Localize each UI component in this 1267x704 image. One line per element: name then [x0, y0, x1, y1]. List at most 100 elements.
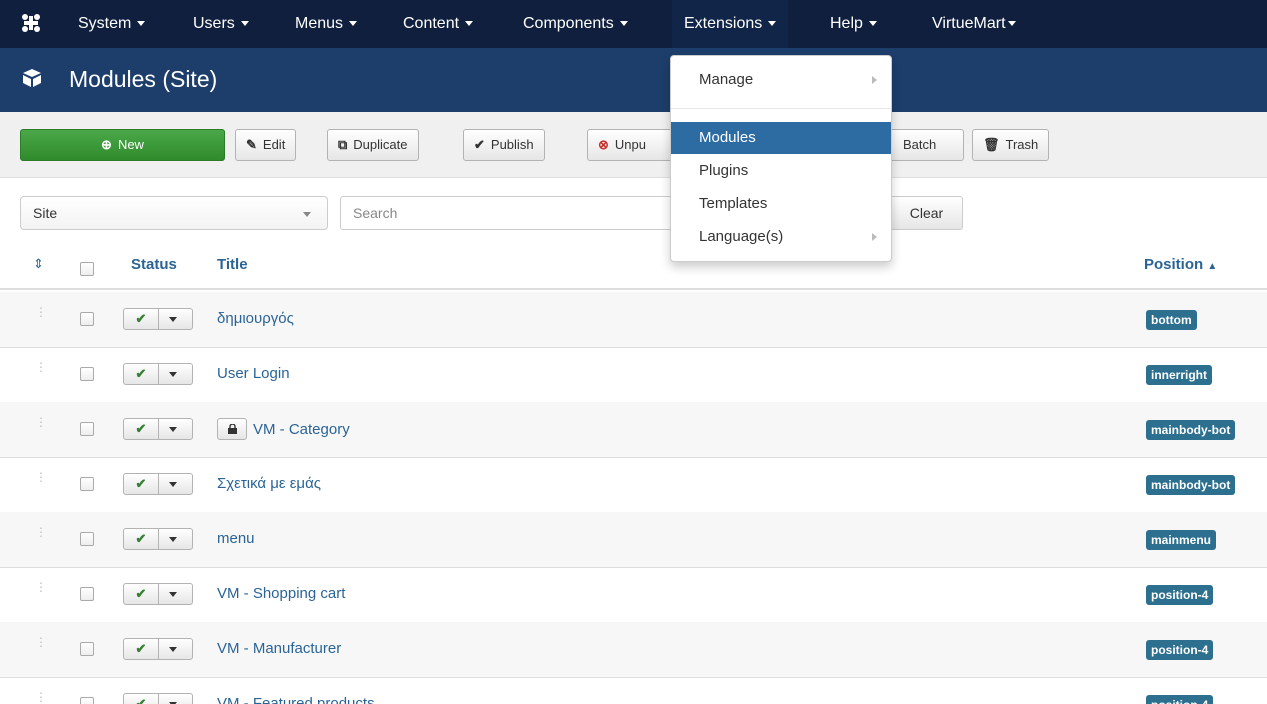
- publish-button-label: Publish: [490, 137, 534, 152]
- status-toggle[interactable]: ✔: [123, 638, 193, 660]
- module-title-link[interactable]: δημιουργός: [217, 309, 294, 329]
- client-select[interactable]: Site: [20, 196, 328, 230]
- clear-button[interactable]: Clear: [890, 196, 963, 230]
- status-toggle[interactable]: ✔: [123, 363, 193, 385]
- chevron-right-icon: [872, 76, 877, 84]
- drag-handle-icon[interactable]: ⋮: [35, 691, 47, 704]
- caret-down-icon: [768, 21, 777, 27]
- nav-extensions[interactable]: Extensions: [672, 0, 789, 48]
- checked-out-lock-button[interactable]: [217, 418, 247, 440]
- drag-handle-icon[interactable]: ⋮: [35, 581, 47, 599]
- menu-item-modules-label: Modules: [699, 129, 756, 146]
- nav-virtuemart-label: VirtueMart: [932, 15, 1006, 32]
- nav-users[interactable]: Users: [193, 0, 249, 48]
- title-column-header[interactable]: Title: [217, 256, 248, 274]
- trash-button[interactable]: 🗑 Trash: [972, 129, 1050, 161]
- nav-menus-label: Menus: [295, 15, 344, 32]
- duplicate-button[interactable]: ⧉ Duplicate: [327, 129, 419, 161]
- edit-button-label: Edit: [262, 137, 286, 152]
- drag-handle-icon[interactable]: ⋮: [35, 306, 47, 324]
- row-checkbox[interactable]: [80, 587, 94, 601]
- check-icon: ✔: [124, 584, 159, 604]
- row-checkbox[interactable]: [80, 642, 94, 656]
- edit-button[interactable]: ✎ Edit: [235, 129, 297, 161]
- nav-users-label: Users: [193, 15, 235, 32]
- caret-down-icon: [169, 592, 177, 597]
- ordering-sort-icon[interactable]: ⇕: [33, 256, 44, 272]
- status-toggle[interactable]: ✔: [123, 473, 193, 495]
- table-row: ⋮ ✔ VM - Manufacturer position-4: [0, 622, 1267, 678]
- module-title-link[interactable]: menu: [217, 529, 255, 549]
- nav-content-label: Content: [403, 15, 460, 32]
- position-column-header[interactable]: Position ▲: [1144, 256, 1217, 276]
- caret-down-icon: [619, 21, 628, 27]
- title-bar: Modules (Site): [0, 48, 1267, 112]
- drag-handle-icon[interactable]: ⋮: [35, 471, 47, 489]
- new-button[interactable]: ⊕ New: [20, 129, 225, 161]
- joomla-logo-icon[interactable]: [20, 12, 42, 34]
- drag-handle-icon[interactable]: ⋮: [35, 526, 47, 544]
- module-title-link[interactable]: VM - Shopping cart: [217, 584, 345, 604]
- position-badge: position-4: [1146, 695, 1214, 704]
- position-header-label: Position: [1144, 256, 1204, 273]
- caret-down-icon: [169, 482, 177, 487]
- copy-icon: ⧉: [338, 137, 348, 152]
- nav-components-label: Components: [523, 15, 614, 32]
- status-toggle[interactable]: ✔: [123, 693, 193, 704]
- caret-down-icon: [240, 21, 249, 27]
- caret-down-icon: [169, 537, 177, 542]
- nav-menus[interactable]: Menus: [295, 0, 358, 48]
- module-title-link[interactable]: Σχετικά με εμάς: [217, 474, 321, 494]
- menu-item-manage-label: Manage: [699, 71, 754, 88]
- row-checkbox[interactable]: [80, 532, 94, 546]
- nav-components[interactable]: Components: [523, 0, 628, 48]
- caret-down-icon: [868, 21, 877, 27]
- menu-item-plugins-label: Plugins: [699, 162, 749, 179]
- position-badge: position-4: [1146, 640, 1214, 660]
- cube-icon: [22, 68, 42, 88]
- nav-system-label: System: [78, 15, 132, 32]
- check-icon: ✔: [124, 639, 159, 659]
- nav-help[interactable]: Help: [830, 0, 877, 48]
- search-input[interactable]: Search: [340, 196, 675, 230]
- trash-button-label: Trash: [1005, 137, 1039, 152]
- module-title-link[interactable]: VM - Category: [217, 418, 350, 441]
- module-title-link[interactable]: VM - Featured products: [217, 694, 375, 704]
- row-checkbox[interactable]: [80, 477, 94, 491]
- nav-virtuemart[interactable]: VirtueMart: [932, 0, 1016, 48]
- menu-item-modules[interactable]: Modules: [671, 122, 891, 154]
- check-icon: ✔: [124, 364, 159, 384]
- edit-icon: ✎: [246, 137, 257, 152]
- drag-handle-icon[interactable]: ⋮: [35, 636, 47, 654]
- trash-icon: 🗑: [983, 137, 1000, 152]
- menu-item-templates[interactable]: Templates: [671, 188, 891, 220]
- select-all-checkbox[interactable]: [80, 262, 94, 276]
- nav-system[interactable]: System: [78, 0, 146, 48]
- drag-handle-icon[interactable]: ⋮: [35, 361, 47, 379]
- status-toggle[interactable]: ✔: [123, 583, 193, 605]
- status-toggle[interactable]: ✔: [123, 528, 193, 550]
- publish-button[interactable]: ✔ Publish: [463, 129, 545, 161]
- cross-circle-icon: ⊗: [598, 137, 609, 152]
- status-toggle[interactable]: ✔: [123, 418, 193, 440]
- batch-button[interactable]: Batch: [880, 129, 964, 161]
- module-title-link[interactable]: VM - Manufacturer: [217, 639, 341, 659]
- menu-item-plugins[interactable]: Plugins: [671, 155, 891, 187]
- table-row: ⋮ ✔ VM - Shopping cart position-4: [0, 567, 1267, 623]
- module-title-link[interactable]: User Login: [217, 364, 290, 384]
- check-icon: ✔: [124, 529, 159, 549]
- row-checkbox[interactable]: [80, 422, 94, 436]
- status-toggle[interactable]: ✔: [123, 308, 193, 330]
- row-checkbox[interactable]: [80, 312, 94, 326]
- duplicate-button-label: Duplicate: [353, 137, 408, 152]
- caret-down-icon: [465, 21, 474, 27]
- page-title: Modules (Site): [69, 66, 218, 92]
- row-checkbox[interactable]: [80, 697, 94, 704]
- new-button-label: New: [117, 137, 144, 152]
- drag-handle-icon[interactable]: ⋮: [35, 416, 47, 434]
- menu-item-languages[interactable]: Language(s): [671, 221, 891, 253]
- row-checkbox[interactable]: [80, 367, 94, 381]
- menu-item-manage[interactable]: Manage: [671, 64, 891, 96]
- nav-content[interactable]: Content: [403, 0, 474, 48]
- status-column-header[interactable]: Status: [131, 256, 177, 274]
